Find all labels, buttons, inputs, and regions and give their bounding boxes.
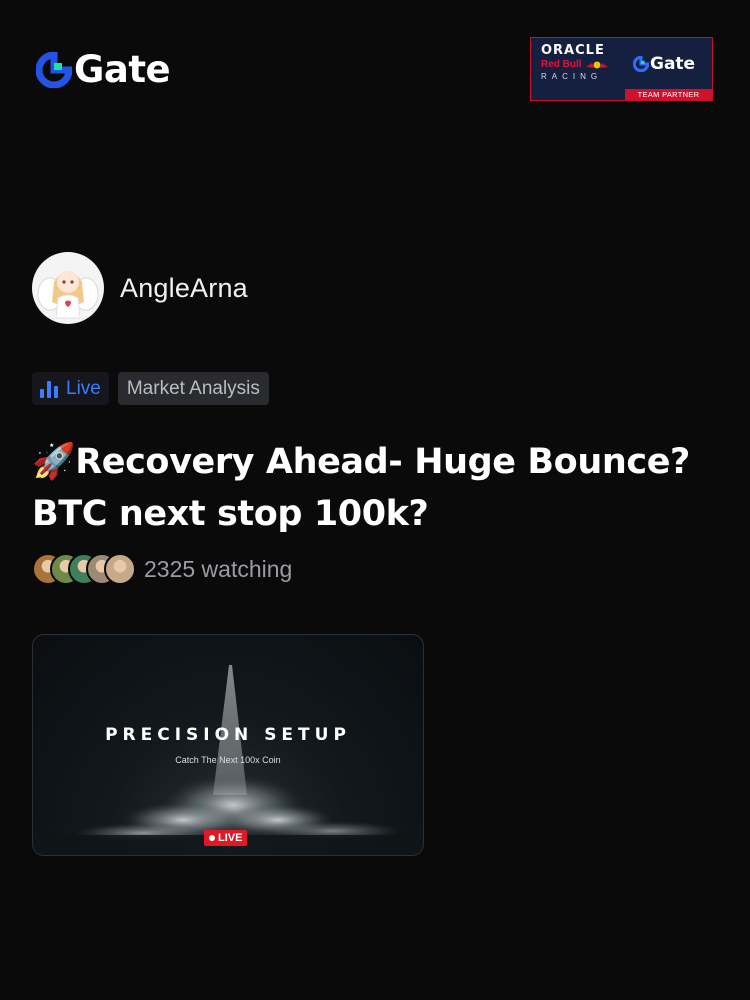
- rocket-smoke-illustration: [33, 665, 423, 855]
- category-tag[interactable]: Market Analysis: [117, 372, 269, 405]
- live-badge-label: LIVE: [218, 832, 243, 844]
- live-tag-label: Live: [66, 377, 101, 399]
- gate-logo-icon: [36, 52, 72, 88]
- angel-avatar-icon[interactable]: [32, 252, 104, 324]
- post-tags: Live Market Analysis: [32, 372, 269, 405]
- gate-mini-icon: [633, 56, 649, 72]
- viewer-avatars: [32, 553, 136, 585]
- angel-avatar-drawing: [37, 271, 99, 319]
- live-video-thumbnail[interactable]: PRECISION SETUP Catch The Next 100x Coin…: [32, 634, 424, 856]
- viewer-avatar: [104, 553, 136, 585]
- live-tag[interactable]: Live: [32, 372, 109, 405]
- rocket-icon: 🚀: [32, 442, 76, 482]
- partner-gate-logo: Gate: [633, 54, 695, 74]
- watching-count: 2325 watching: [144, 555, 293, 582]
- logo-text: Gate: [74, 48, 171, 91]
- bull-icon: [585, 61, 608, 68]
- live-bars-icon: [40, 380, 58, 398]
- redbull-text: Red Bull: [541, 58, 621, 71]
- partner-gate-text: Gate: [650, 54, 696, 74]
- live-dot-icon: [209, 835, 215, 841]
- live-badge: LIVE: [204, 830, 248, 846]
- page: Gate ORACLE Red Bull RACING Gate TEAM PA…: [0, 0, 750, 1000]
- gate-logo[interactable]: Gate: [36, 48, 171, 91]
- author-name[interactable]: AngleArna: [120, 273, 248, 304]
- author-row[interactable]: AngleArna: [32, 252, 248, 324]
- team-partner-banner[interactable]: ORACLE Red Bull RACING Gate TEAM PARTNER: [530, 37, 713, 101]
- oracle-text: ORACLE: [541, 43, 605, 58]
- video-subtitle: Catch The Next 100x Coin: [175, 755, 281, 765]
- partner-brand: ORACLE Red Bull RACING: [541, 43, 621, 89]
- post-title[interactable]: 🚀Recovery Ahead- Huge Bounce? BTC next s…: [32, 436, 722, 540]
- video-title: PRECISION SETUP: [105, 725, 351, 745]
- redbull-label: Red Bull: [541, 59, 582, 70]
- racing-text: RACING: [541, 72, 603, 81]
- watching-row: 2325 watching: [32, 553, 292, 585]
- team-partner-strip: TEAM PARTNER: [625, 89, 712, 100]
- post-title-text: Recovery Ahead- Huge Bounce? BTC next st…: [32, 442, 690, 534]
